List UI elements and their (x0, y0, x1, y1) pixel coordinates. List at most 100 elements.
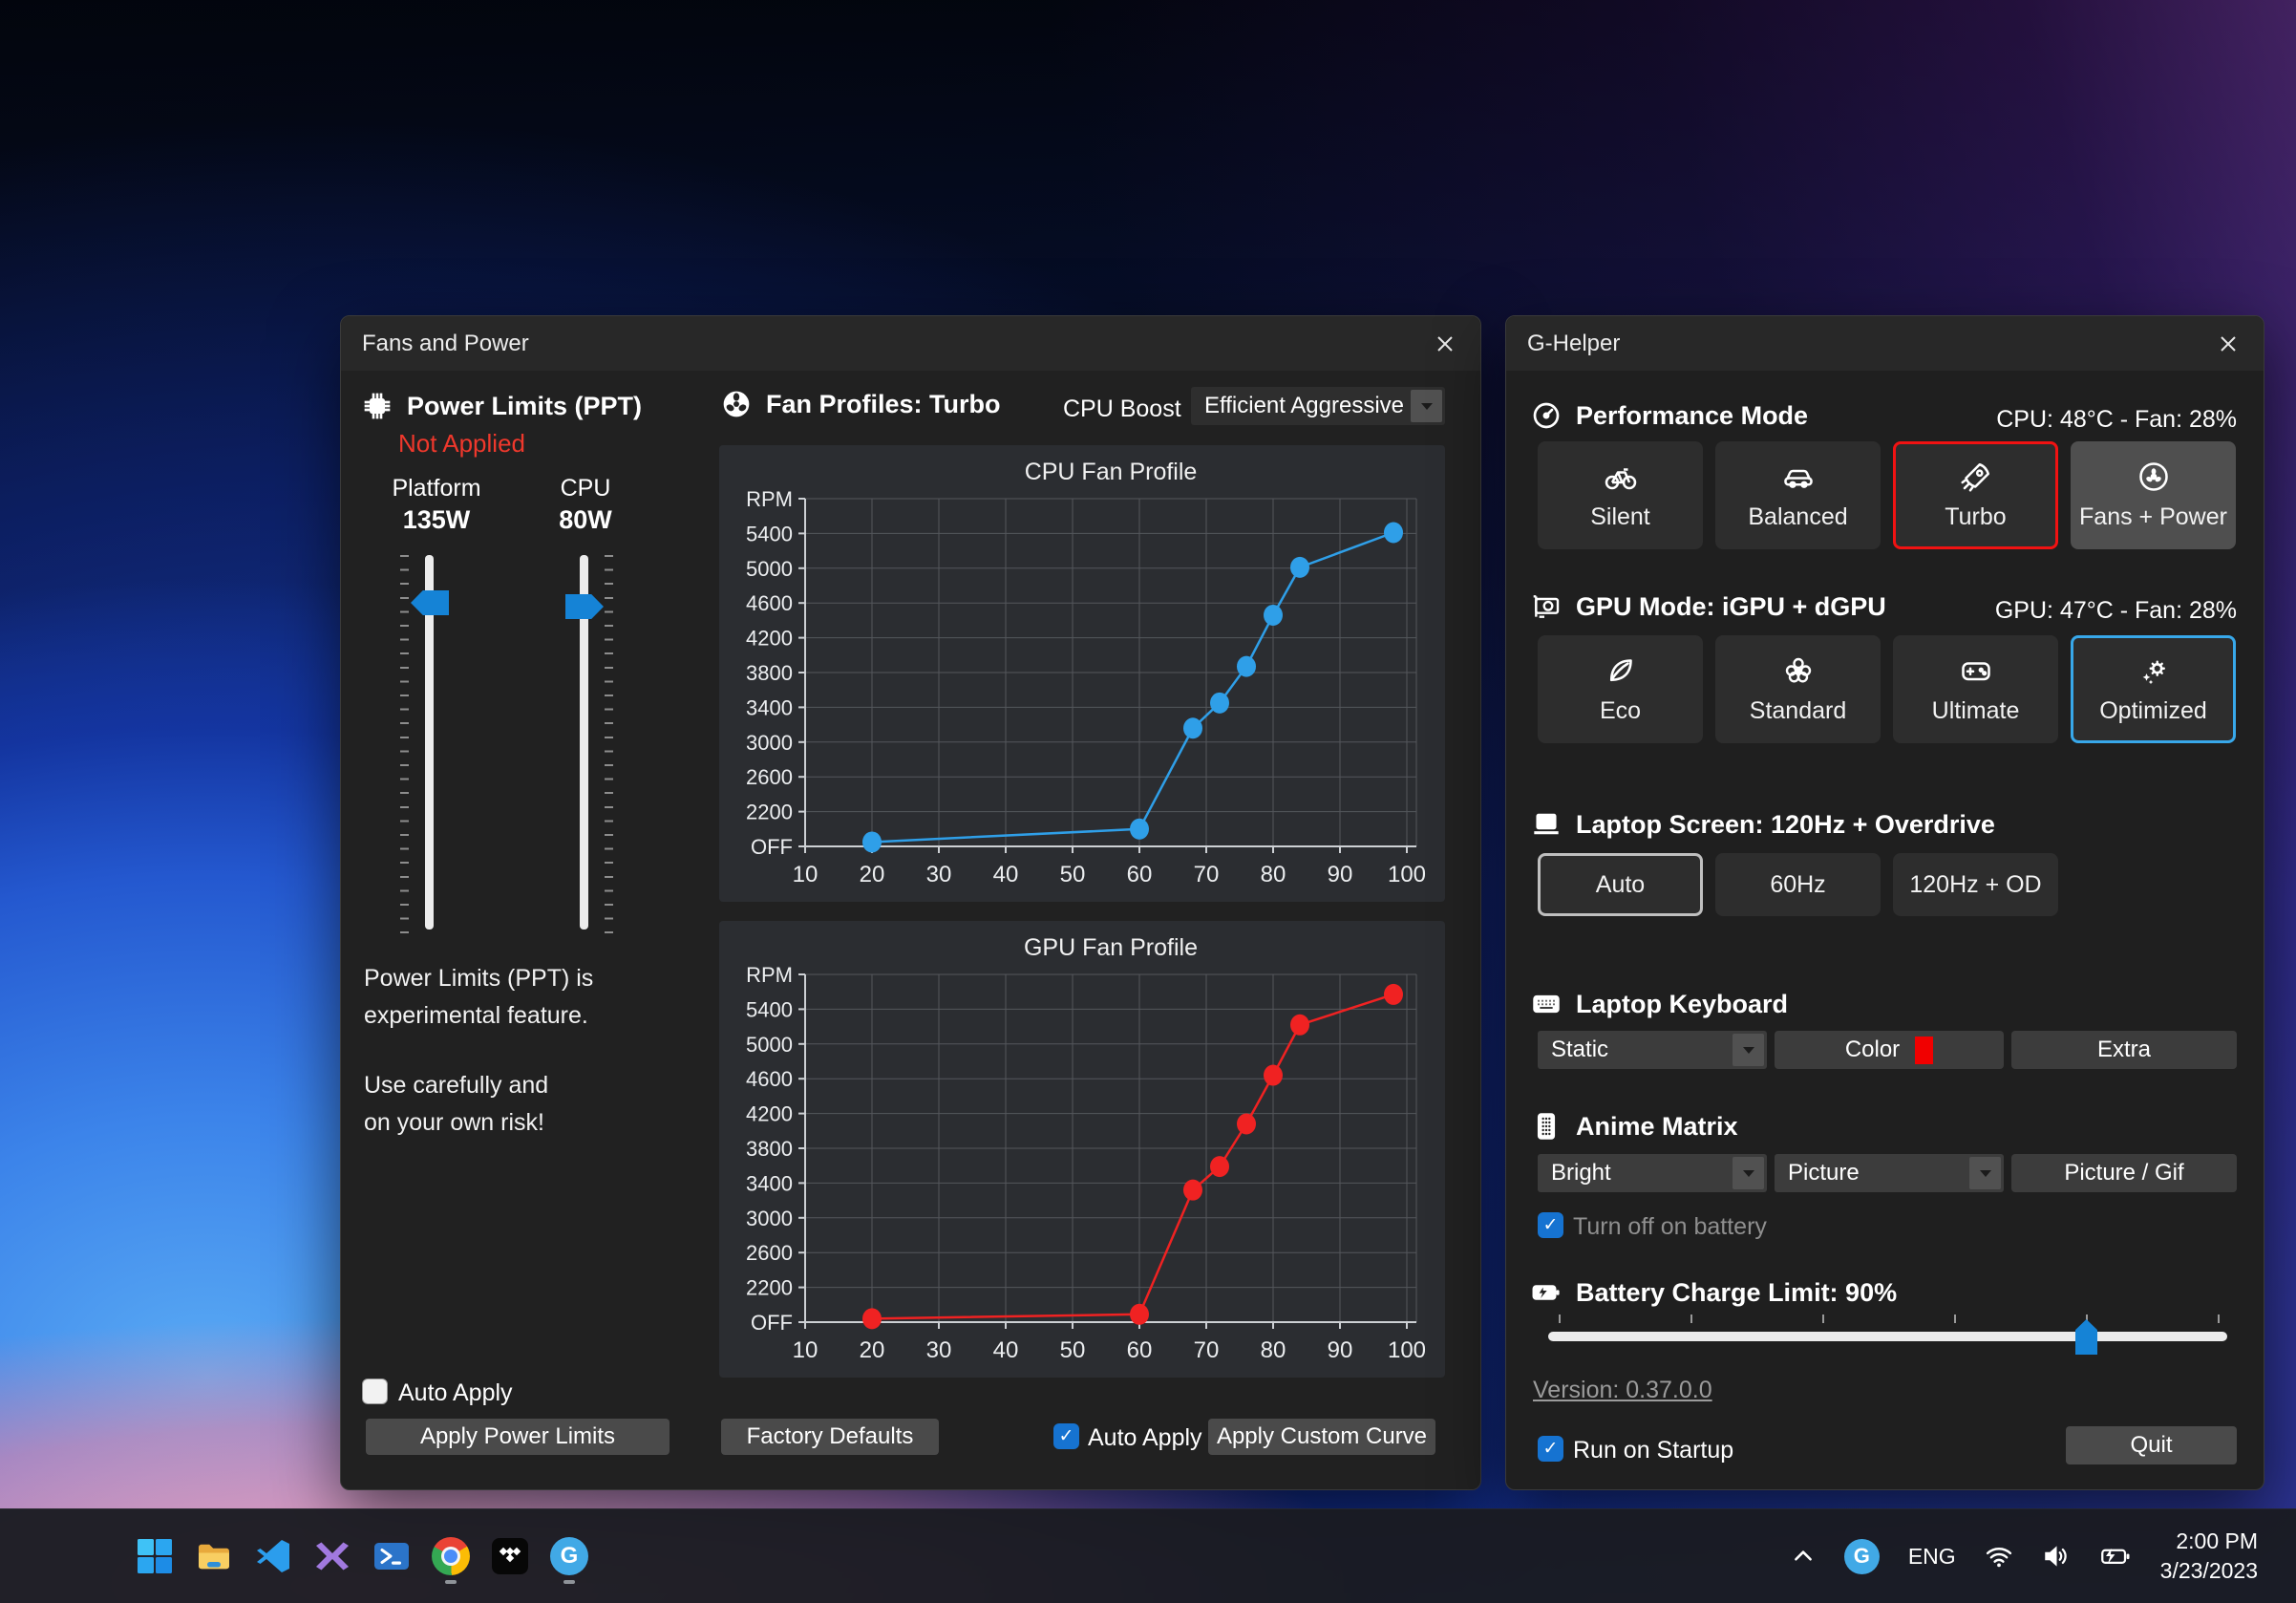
battery-slider-thumb[interactable] (2075, 1319, 2097, 1355)
powershell-button[interactable] (372, 1535, 411, 1577)
svg-text:OFF: OFF (751, 835, 793, 859)
cpu-fan-chart[interactable]: CPU Fan Profile102030405060708090100RPM5… (719, 445, 1445, 902)
svg-text:100: 100 (1388, 862, 1426, 887)
leaf-icon (1604, 653, 1638, 688)
cpu-boost-select[interactable]: Efficient Aggressive (1191, 387, 1445, 425)
perf-button-balanced[interactable]: Balanced (1715, 441, 1881, 549)
chrome-icon (432, 1537, 470, 1575)
svg-text:40: 40 (993, 1337, 1019, 1363)
screen-button-60hz[interactable]: 60Hz (1715, 853, 1881, 916)
power-limits-warning-1: Power Limits (PPT) is experimental featu… (364, 960, 593, 1035)
apply-power-limits-button[interactable]: Apply Power Limits (366, 1419, 670, 1455)
quit-button[interactable]: Quit (2066, 1426, 2237, 1464)
cpu-slider-thumb[interactable] (565, 594, 604, 619)
g-helper-window: G-Helper Performance Mode CPU: 48°C - Fa… (1505, 315, 2264, 1490)
curve-auto-apply-checkbox[interactable]: ✓ (1053, 1423, 1079, 1449)
windows-start-button[interactable] (136, 1535, 174, 1577)
svg-text:4600: 4600 (746, 591, 793, 615)
visual-studio-icon (313, 1537, 351, 1575)
vscode-button[interactable] (254, 1535, 292, 1577)
chrome-button[interactable] (432, 1535, 470, 1577)
battery-charging-icon[interactable] (2099, 1542, 2132, 1571)
keyboard-mode-select[interactable]: Static (1538, 1031, 1767, 1069)
run-on-startup-checkbox[interactable]: ✓ (1538, 1436, 1563, 1462)
gpu-button-ultimate[interactable]: Ultimate (1893, 635, 2058, 743)
fans-window-titlebar[interactable]: Fans and Power (341, 316, 1480, 371)
gpu-button-standard[interactable]: Standard (1715, 635, 1881, 743)
laptop-screen-title: Laptop Screen: 120Hz + Overdrive (1576, 810, 1995, 840)
power-auto-apply-checkbox[interactable] (362, 1379, 388, 1404)
anime-matrix-title: Anime Matrix (1576, 1112, 1738, 1142)
platform-slider-thumb[interactable] (411, 590, 449, 615)
file-explorer-button[interactable] (195, 1535, 233, 1577)
power-limits-header: Power Limits (PPT) (362, 391, 642, 421)
svg-text:2600: 2600 (746, 1241, 793, 1265)
power-auto-apply-label: Auto Apply (398, 1379, 513, 1407)
color-swatch (1915, 1037, 1933, 1064)
clock[interactable]: 2:00 PM 3/23/2023 (2160, 1527, 2258, 1586)
gpu-button-optimized[interactable]: Optimized (2071, 635, 2236, 743)
anime-picture-gif-button[interactable]: Picture / Gif (2011, 1154, 2237, 1192)
keyboard-extra-button[interactable]: Extra (2011, 1031, 2237, 1069)
performance-mode-title: Performance Mode (1576, 401, 1808, 431)
svg-text:90: 90 (1328, 862, 1353, 887)
keyboard-color-button[interactable]: Color (1775, 1031, 2004, 1069)
perf-button-silent[interactable]: Silent (1538, 441, 1703, 549)
chevron-down-icon[interactable] (1411, 390, 1442, 422)
chevron-down-icon[interactable] (1733, 1034, 1764, 1066)
svg-text:40: 40 (993, 862, 1019, 887)
fans-and-power-window: Fans and Power Power Limits (PPT) Not Ap… (340, 315, 1481, 1490)
svg-text:70: 70 (1194, 1337, 1220, 1363)
cpu-chip-icon (362, 391, 393, 421)
close-icon[interactable] (1429, 330, 1461, 358)
svg-text:4200: 4200 (746, 627, 793, 651)
anime-brightness-select[interactable]: Bright (1538, 1154, 1767, 1192)
factory-defaults-button[interactable]: Factory Defaults (721, 1419, 939, 1455)
tidal-button[interactable] (491, 1535, 529, 1577)
perf-button-turbo[interactable]: Turbo (1893, 441, 2058, 549)
perf-button-fans-power[interactable]: Fans + Power (2071, 441, 2236, 549)
gpu-mode-title: GPU Mode: iGPU + dGPU (1576, 592, 1886, 622)
clock-time: 2:00 PM (2160, 1527, 2258, 1556)
screen-button-auto[interactable]: Auto (1538, 853, 1703, 916)
laptop-icon (1531, 809, 1562, 840)
svg-text:5000: 5000 (746, 1033, 793, 1057)
keyboard-icon (1531, 989, 1562, 1019)
ghelper-title: G-Helper (1527, 331, 1620, 357)
fans-window-title: Fans and Power (362, 331, 529, 357)
fan-circle-icon (2137, 460, 2171, 494)
gpu-fan-chart[interactable]: GPU Fan Profile102030405060708090100RPM5… (719, 921, 1445, 1378)
speaker-icon[interactable] (2042, 1542, 2071, 1571)
visual-studio-button[interactable] (313, 1535, 351, 1577)
vscode-icon (254, 1537, 292, 1575)
battery-slider-track[interactable] (1548, 1332, 2227, 1341)
screen-button-120hz-od[interactable]: 120Hz + OD (1893, 853, 2058, 916)
version-link[interactable]: Version: 0.37.0.0 (1533, 1377, 1712, 1404)
svg-text:70: 70 (1194, 862, 1220, 887)
close-icon[interactable] (2212, 330, 2244, 358)
cpu-slider-label: CPU (509, 475, 662, 502)
wifi-icon[interactable] (1985, 1542, 2013, 1571)
chevron-down-icon[interactable] (1733, 1157, 1764, 1189)
language-indicator[interactable]: ENG (1908, 1544, 1956, 1570)
tray-chevron-up-icon[interactable] (1791, 1544, 1816, 1569)
svg-text:20: 20 (860, 1337, 885, 1363)
system-tray: G ENG 2:00 PM 3/23/2023 (1791, 1509, 2258, 1603)
apply-custom-curve-button[interactable]: Apply Custom Curve (1208, 1419, 1435, 1455)
anime-mode-select[interactable]: Picture (1775, 1154, 2004, 1192)
chevron-down-icon[interactable] (1969, 1157, 2001, 1189)
anime-battery-checkbox-label: Turn off on battery (1573, 1213, 1767, 1241)
windows-logo-icon (136, 1537, 174, 1575)
g-helper-button[interactable]: G (550, 1535, 588, 1577)
gpu-mode-header: GPU Mode: iGPU + dGPU (1531, 591, 1886, 622)
battery-limit-title: Battery Charge Limit: 90% (1576, 1278, 1897, 1308)
performance-mode-header: Performance Mode (1531, 400, 1808, 431)
svg-text:60: 60 (1127, 862, 1153, 887)
tray-g-helper-icon[interactable]: G (1844, 1539, 1880, 1574)
anime-battery-checkbox[interactable]: ✓ (1538, 1212, 1563, 1238)
car-icon (1781, 460, 1816, 494)
gpu-button-eco[interactable]: Eco (1538, 635, 1703, 743)
svg-text:RPM: RPM (746, 487, 793, 511)
svg-text:5400: 5400 (746, 522, 793, 545)
ghelper-titlebar[interactable]: G-Helper (1506, 316, 2264, 371)
